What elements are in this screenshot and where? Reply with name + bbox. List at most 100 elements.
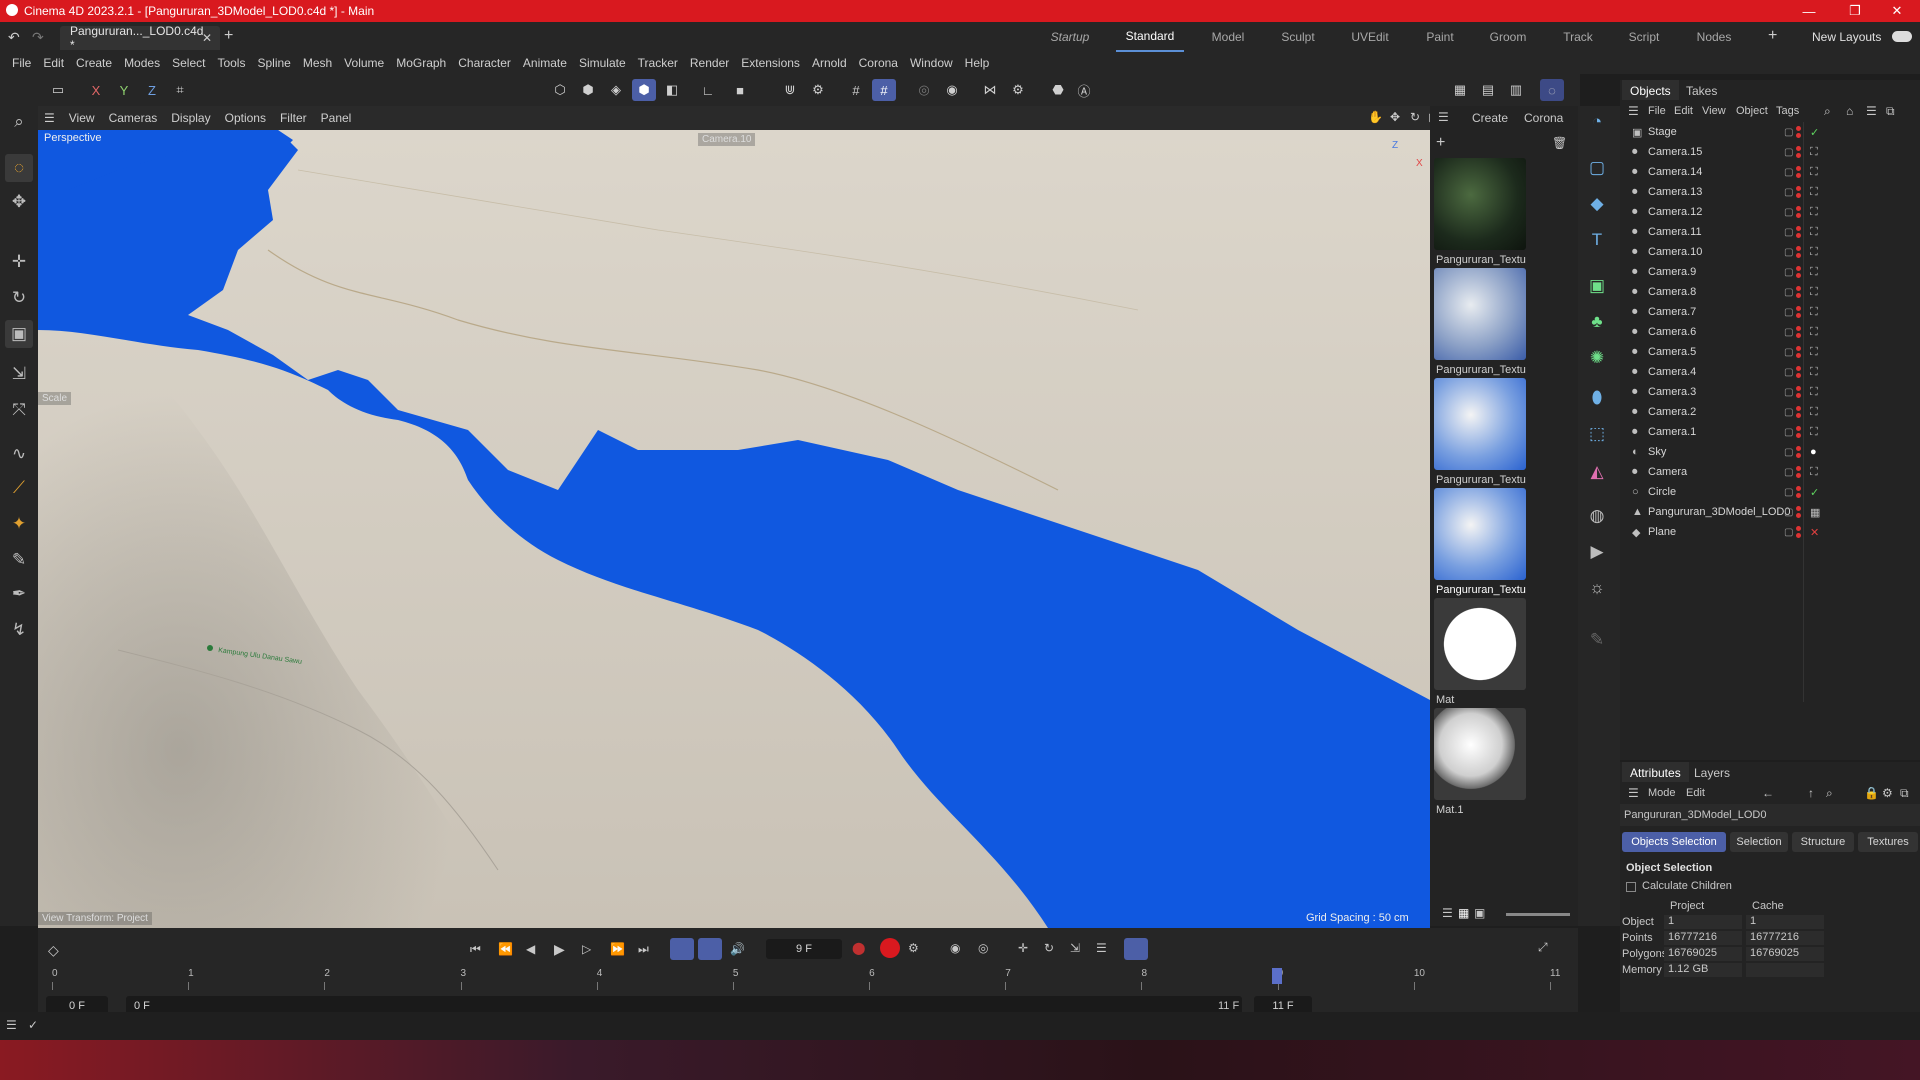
subdivision-icon[interactable]: ▣	[1583, 272, 1611, 300]
layer-icon[interactable]: ▢	[1784, 167, 1793, 178]
layer-icon[interactable]: ▢	[1784, 267, 1793, 278]
objects-menu-file[interactable]: File	[1648, 105, 1666, 117]
viewport-menu-display[interactable]: Display	[171, 111, 210, 125]
object-row[interactable]: ⏺ Camera.14 ▢ ⛶	[1620, 162, 1920, 182]
camera-view-icon[interactable]: ▭	[46, 79, 70, 101]
solo-icon[interactable]: ■	[728, 79, 752, 101]
text-spline-icon[interactable]: T	[1583, 226, 1611, 254]
move-view-icon[interactable]: ✥	[1390, 110, 1400, 124]
material-swatch-6[interactable]	[1434, 708, 1526, 800]
object-row[interactable]: ⏺ Camera.13 ▢ ⛶	[1620, 182, 1920, 202]
timeline-ruler[interactable]: 01234567891011	[52, 968, 1560, 994]
autokey-icon[interactable]	[880, 938, 900, 958]
material-swatch-2[interactable]	[1434, 268, 1526, 360]
go-to-end-icon[interactable]: ⏭	[638, 942, 649, 957]
viewport-menu-view[interactable]: View	[69, 111, 95, 125]
magnet-icon[interactable]: ⋓	[778, 79, 802, 101]
spline-pen-icon[interactable]: ✒	[5, 580, 33, 608]
layout-tab-groom[interactable]: Groom	[1480, 22, 1536, 52]
protection-tag-icon[interactable]: ⛶	[1810, 346, 1818, 359]
visibility-dots[interactable]	[1796, 486, 1802, 498]
layer-icon[interactable]: ▢	[1784, 487, 1793, 498]
menu-modes[interactable]: Modes	[124, 56, 160, 70]
cloner-icon[interactable]: ♣	[1583, 308, 1611, 336]
layer-icon[interactable]: ▢	[1784, 227, 1793, 238]
3d-viewport[interactable]: Kampung Ulu Danau Sawu Perspective Camer…	[38, 130, 1430, 928]
workplane-icon[interactable]: ∟	[696, 79, 720, 101]
object-name[interactable]: Camera.5	[1648, 346, 1696, 358]
menu-tracker[interactable]: Tracker	[638, 56, 678, 70]
rotation-key-icon[interactable]: ↻	[1044, 941, 1054, 955]
volume-icon[interactable]: ◭	[1583, 458, 1611, 486]
live-select-icon[interactable]: ✥	[5, 188, 33, 216]
visibility-dots[interactable]	[1796, 406, 1802, 418]
knife-icon[interactable]: ⟋	[5, 474, 33, 502]
object-name[interactable]: Camera.13	[1648, 186, 1702, 198]
object-name[interactable]: Camera.4	[1648, 366, 1696, 378]
object-row[interactable]: ⏺ Camera.11 ▢ ⛶	[1620, 222, 1920, 242]
objects-home-icon[interactable]: ⌂	[1846, 104, 1853, 118]
material-swatch-4[interactable]	[1434, 488, 1526, 580]
snap-settings-icon[interactable]: ⚙	[806, 79, 830, 101]
rotate-tool-icon[interactable]: ↻	[5, 284, 33, 312]
visibility-dots[interactable]	[1796, 206, 1802, 218]
field-icon[interactable]: ⬚	[1583, 420, 1611, 448]
go-to-start-icon[interactable]: ⏮	[470, 942, 481, 957]
layer-icon[interactable]: ▢	[1784, 127, 1793, 138]
lights-icon[interactable]: ◔	[1583, 108, 1611, 136]
protection-tag-icon[interactable]: ⛶	[1810, 226, 1818, 239]
effector-icon[interactable]: ✺	[1583, 344, 1611, 372]
subtab-textures[interactable]: Textures	[1858, 832, 1918, 852]
quantize-icon[interactable]: #	[872, 79, 896, 101]
symmetry-settings-icon[interactable]: ⚙	[1006, 79, 1030, 101]
calculate-children-checkbox[interactable]	[1626, 882, 1636, 892]
object-row[interactable]: ⏺ Camera.3 ▢ ⛶	[1620, 382, 1920, 402]
object-name[interactable]: Camera.11	[1648, 226, 1702, 238]
visibility-dots[interactable]	[1796, 306, 1802, 318]
layout-tab-uvedit[interactable]: UVEdit	[1340, 22, 1400, 52]
protection-tag-icon[interactable]: ⛶	[1810, 306, 1818, 319]
current-frame-field[interactable]: 9 F	[766, 939, 842, 959]
attributes-menu-edit[interactable]: Edit	[1686, 787, 1705, 799]
autokey-filter-icon[interactable]	[698, 938, 722, 960]
tab-objects[interactable]: Objects	[1622, 80, 1679, 100]
protection-tag-icon[interactable]: ⛶	[1810, 266, 1818, 279]
document-tab[interactable]: Pangururan..._LOD0.c4d * ✕	[60, 24, 220, 52]
visibility-dots[interactable]	[1796, 126, 1802, 138]
material-swatch-5[interactable]	[1434, 598, 1526, 690]
object-row[interactable]: ○ Circle ▢ ✓	[1620, 482, 1920, 502]
layer-icon[interactable]: ▢	[1784, 247, 1793, 258]
visibility-dots[interactable]	[1796, 346, 1802, 358]
objects-menu-edit[interactable]: Edit	[1674, 105, 1693, 117]
protection-tag-icon[interactable]: ⛶	[1810, 246, 1818, 259]
object-row[interactable]: ⏺ Camera.4 ▢ ⛶	[1620, 362, 1920, 382]
protection-tag-icon[interactable]: ⛶	[1810, 426, 1818, 439]
render-region-icon[interactable]: ◎	[912, 79, 936, 101]
object-row[interactable]: ⏺ Camera.6 ▢ ⛶	[1620, 322, 1920, 342]
object-name[interactable]: Camera.9	[1648, 266, 1696, 278]
layer-icon[interactable]: ▢	[1784, 467, 1793, 478]
pose-morph-icon[interactable]: ✦	[5, 510, 33, 538]
up-icon[interactable]: ↑	[1808, 786, 1814, 800]
object-row[interactable]: ⏺ Camera.2 ▢ ⛶	[1620, 402, 1920, 422]
objects-menu-object[interactable]: Object	[1736, 105, 1768, 117]
arnold-icon[interactable]: Ⓐ	[1072, 79, 1096, 101]
sound-icon[interactable]: 🔊	[730, 942, 745, 956]
select-tool-icon[interactable]: ◌	[5, 154, 33, 182]
viewport-menu-panel[interactable]: Panel	[321, 111, 352, 125]
undo-icon[interactable]: ↶	[8, 29, 20, 46]
material-swatch-1[interactable]	[1434, 158, 1526, 250]
attributes-settings-icon[interactable]: ⚙	[1882, 786, 1893, 800]
layer-icon[interactable]: ▢	[1784, 527, 1793, 538]
menu-volume[interactable]: Volume	[344, 56, 384, 70]
menu-render[interactable]: Render	[690, 56, 729, 70]
render-queue-icon[interactable]: ▥	[1504, 79, 1528, 101]
layout-tab-nodes[interactable]: Nodes	[1686, 22, 1742, 52]
previous-frame-icon[interactable]: ◀	[526, 942, 535, 956]
environment-icon[interactable]: ◍	[1583, 502, 1611, 530]
maximize-icon[interactable]: ❐	[1832, 0, 1878, 22]
menu-mesh[interactable]: Mesh	[303, 56, 332, 70]
object-row[interactable]: ⏺ Camera.12 ▢ ⛶	[1620, 202, 1920, 222]
protection-tag-icon[interactable]: ⛶	[1810, 186, 1818, 199]
large-view-icon[interactable]: ▣	[1474, 906, 1485, 920]
